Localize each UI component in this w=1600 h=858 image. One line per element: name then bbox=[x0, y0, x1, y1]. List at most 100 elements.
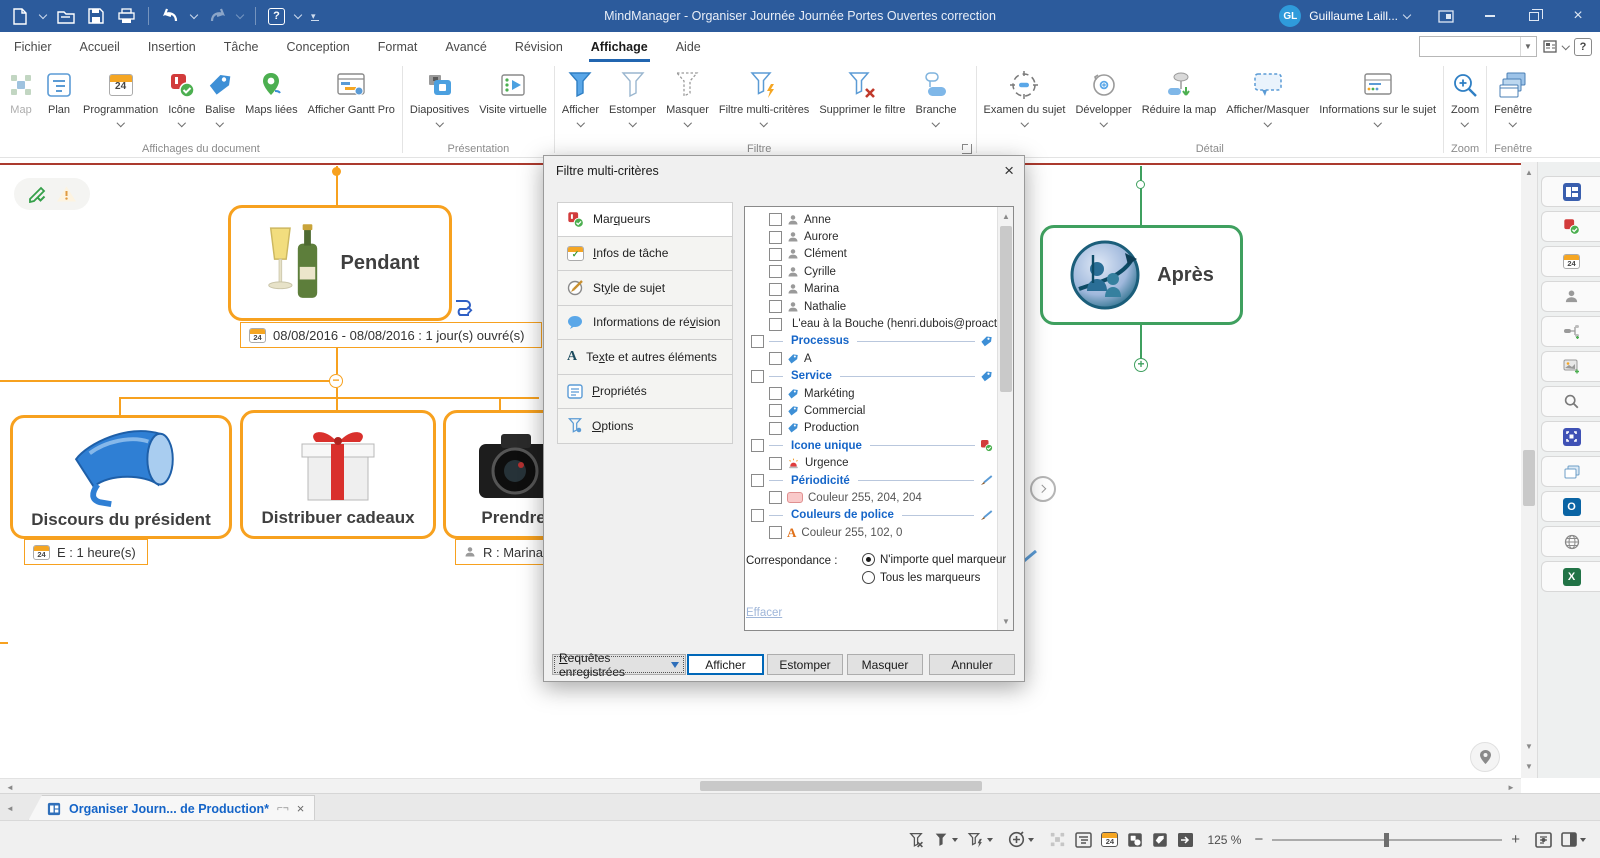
list-group-service[interactable]: Service bbox=[745, 368, 997, 385]
icon-view-status-icon[interactable] bbox=[1127, 829, 1143, 851]
supprimer-filtre-button[interactable]: Supprimer le filtre bbox=[814, 64, 910, 142]
list-group-processus[interactable]: Processus bbox=[745, 333, 997, 350]
list-item[interactable]: Aurore bbox=[745, 228, 997, 245]
dialog-tab-texte[interactable]: A Texte et autres éléments bbox=[557, 340, 733, 375]
switch-windows-button[interactable] bbox=[1424, 0, 1468, 32]
dialog-close-icon[interactable]: × bbox=[1004, 161, 1014, 181]
topic-discours[interactable]: Discours du président bbox=[10, 415, 232, 539]
help-dropdown-icon[interactable] bbox=[294, 10, 302, 18]
branche-filter-button[interactable]: Branche bbox=[911, 64, 962, 142]
dialog-tab-style-sujet[interactable]: Style de sujet bbox=[557, 271, 733, 306]
checkbox[interactable] bbox=[769, 300, 782, 313]
search-dropdown-icon[interactable]: ▼ bbox=[1520, 37, 1536, 56]
visite-virtuelle-button[interactable]: Visite virtuelle bbox=[474, 64, 552, 142]
pane-tab-task-info[interactable]: 24 bbox=[1541, 246, 1600, 277]
estomper-filter-button[interactable]: Estomper bbox=[604, 64, 661, 142]
pane-tab-fit-map[interactable] bbox=[1541, 421, 1600, 452]
avatar[interactable]: GL bbox=[1279, 5, 1301, 27]
checkbox[interactable] bbox=[769, 526, 782, 539]
redo-icon[interactable] bbox=[207, 6, 227, 26]
checkbox[interactable] bbox=[751, 370, 764, 383]
tab-fichier[interactable]: Fichier bbox=[0, 32, 66, 62]
pane-tab-image-add[interactable] bbox=[1541, 351, 1600, 382]
afficher-masquer-button[interactable]: Afficher/Masquer bbox=[1221, 64, 1314, 142]
fit-map-status-icon[interactable] bbox=[1535, 829, 1552, 851]
zoom-button[interactable]: Zoom bbox=[1446, 64, 1484, 142]
checkbox[interactable] bbox=[769, 283, 782, 296]
pane-tab-search[interactable] bbox=[1541, 386, 1600, 417]
checkbox[interactable] bbox=[751, 439, 764, 452]
vertical-scroll-thumb[interactable] bbox=[1523, 450, 1535, 506]
pane-tab-index[interactable] bbox=[1541, 176, 1600, 207]
remove-filter-icon[interactable] bbox=[908, 829, 924, 851]
pane-tab-markers[interactable] bbox=[1541, 211, 1600, 242]
list-group-periodicite[interactable]: Périodicité bbox=[745, 472, 997, 489]
pane-tab-windows[interactable] bbox=[1541, 456, 1600, 487]
print-icon[interactable] bbox=[116, 6, 136, 26]
pane-tab-resources[interactable] bbox=[1541, 281, 1600, 312]
estomper-button[interactable]: Estomper bbox=[767, 654, 843, 675]
pane-tab-web[interactable] bbox=[1541, 526, 1600, 557]
list-group-couleurs-police[interactable]: Couleurs de police bbox=[745, 507, 997, 524]
undo-icon[interactable] bbox=[161, 6, 181, 26]
afficher-filter-button[interactable]: Afficher bbox=[557, 64, 604, 142]
document-tab[interactable]: Organiser Journ... de Production* ⌐¬ × bbox=[28, 795, 315, 821]
collapse-node-button[interactable]: − bbox=[329, 374, 343, 388]
list-item[interactable]: Couleur 255, 204, 204 bbox=[745, 489, 997, 506]
examen-du-sujet-button[interactable]: Examen du sujet bbox=[979, 64, 1071, 142]
scroll-up-arrow[interactable]: ▲ bbox=[1521, 164, 1537, 180]
gantt-pro-button[interactable]: Afficher Gantt Pro bbox=[303, 64, 400, 142]
export-view-status-icon[interactable] bbox=[1177, 829, 1194, 851]
list-item[interactable]: Production bbox=[745, 420, 997, 437]
list-item[interactable]: Nathalie bbox=[745, 298, 997, 315]
programmation-button[interactable]: 24 Programmation bbox=[78, 64, 163, 142]
customize-toolbar-icon[interactable]: ▾ bbox=[311, 11, 319, 21]
locate-map-button[interactable] bbox=[1470, 742, 1500, 772]
dialog-tab-proprietes[interactable]: Propriétés bbox=[557, 375, 733, 410]
fenetre-button[interactable]: Fenêtre bbox=[1489, 64, 1537, 142]
filter-dropdown-icon[interactable] bbox=[933, 829, 958, 851]
checkbox[interactable] bbox=[769, 422, 782, 435]
topic-apres[interactable]: Après bbox=[1040, 225, 1243, 325]
checkbox[interactable] bbox=[769, 248, 782, 261]
minimize-button[interactable] bbox=[1468, 0, 1512, 32]
filter-dialog-launcher-icon[interactable] bbox=[962, 144, 972, 154]
masquer-filter-button[interactable]: Masquer bbox=[661, 64, 714, 142]
tab-tache[interactable]: Tâche bbox=[210, 32, 273, 62]
radio-all-markers[interactable] bbox=[862, 571, 875, 584]
user-dropdown-icon[interactable] bbox=[1403, 10, 1411, 18]
task-info-discours[interactable]: 24 E : 1 heure(s) bbox=[24, 539, 148, 565]
masquer-button[interactable]: Masquer bbox=[847, 654, 923, 675]
expand-boundary-button[interactable] bbox=[1030, 476, 1056, 502]
checkbox[interactable] bbox=[769, 352, 782, 365]
tab-format[interactable]: Format bbox=[364, 32, 432, 62]
help-icon[interactable]: ? bbox=[268, 8, 285, 25]
diapositives-button[interactable]: Diapositives bbox=[405, 64, 474, 142]
ribbon-help-button[interactable]: ? bbox=[1574, 38, 1592, 56]
scroll-down-arrow[interactable]: ▼ bbox=[1521, 738, 1537, 754]
tab-insertion[interactable]: Insertion bbox=[134, 32, 210, 62]
match-option-any[interactable]: N'importe quel marqueur bbox=[862, 553, 1006, 566]
annuler-button[interactable]: Annuler bbox=[929, 654, 1015, 675]
task-info-pendant[interactable]: 24 08/08/2016 - 08/08/2016 : 1 jour(s) o… bbox=[240, 322, 542, 348]
list-item[interactable]: A bbox=[745, 350, 997, 367]
schedule-view-status-icon[interactable]: 24 bbox=[1101, 829, 1118, 851]
tab-scroll-left-arrow[interactable]: ◄ bbox=[2, 800, 18, 816]
list-item[interactable]: Anne bbox=[745, 211, 997, 228]
zoom-slider[interactable] bbox=[1272, 833, 1502, 847]
horizontal-scroll-thumb[interactable] bbox=[700, 781, 982, 791]
horizontal-scrollbar[interactable]: ◄ ► bbox=[0, 778, 1521, 793]
view-switch-button[interactable] bbox=[1543, 39, 1569, 55]
map-view-status-icon[interactable] bbox=[1049, 829, 1066, 851]
list-item[interactable]: Markéting bbox=[745, 385, 997, 402]
list-item[interactable]: ACouleur 255, 102, 0 bbox=[745, 524, 997, 541]
radio-any-marker[interactable] bbox=[862, 553, 875, 566]
topic-pendant[interactable]: Pendant bbox=[228, 205, 452, 321]
checkbox[interactable] bbox=[769, 265, 782, 278]
filtre-multi-criteres-button[interactable]: Filtre multi-critères bbox=[714, 64, 814, 142]
list-item[interactable]: Marina bbox=[745, 281, 997, 298]
vertical-scrollbar[interactable]: ▲ ▼ ▼ bbox=[1521, 162, 1537, 778]
power-filter-dropdown-icon[interactable] bbox=[967, 829, 993, 851]
list-item[interactable]: Cyrille bbox=[745, 263, 997, 280]
tab-revision[interactable]: Révision bbox=[501, 32, 577, 62]
